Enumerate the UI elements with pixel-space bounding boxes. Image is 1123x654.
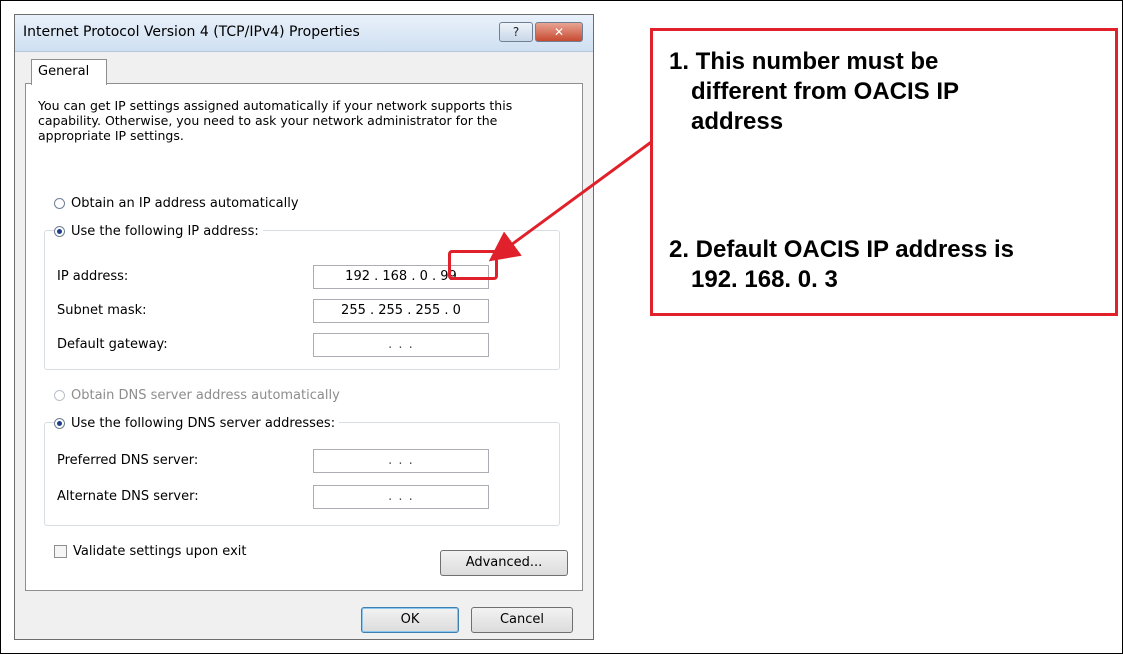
advanced-button[interactable]: Advanced... [440,550,568,576]
subnet-mask-field[interactable]: 255 . 255 . 255 . 0 [313,299,489,323]
obtain-dns-auto-option[interactable]: Obtain DNS server address automatically [54,388,340,403]
note-1: 1. This number must be different from OA… [669,47,1109,137]
use-following-dns-label: Use the following DNS server addresses: [71,416,336,431]
general-panel: You can get IP settings assigned automat… [25,83,583,591]
default-gateway-label: Default gateway: [57,337,168,352]
help-button[interactable]: ? [499,22,533,42]
note-2-line-1: 2. Default OACIS IP address is [669,236,1015,263]
note-1-line-2: different from OACIS IP [691,78,960,105]
use-following-ip-label: Use the following IP address: [71,224,259,239]
obtain-ip-auto-option[interactable]: Obtain an IP address automatically [54,196,299,211]
close-button[interactable]: ✕ [535,22,583,42]
ok-button[interactable]: OK [361,607,459,633]
validate-settings-label: Validate settings upon exit [73,544,247,559]
obtain-dns-auto-label: Obtain DNS server address automatically [71,388,340,403]
dialog-title: Internet Protocol Version 4 (TCP/IPv4) P… [23,24,360,40]
obtain-dns-auto-radio[interactable] [54,390,65,401]
tab-general[interactable]: General [31,59,107,85]
tcpip-properties-dialog: Internet Protocol Version 4 (TCP/IPv4) P… [14,14,594,640]
intro-text: You can get IP settings assigned automat… [38,98,513,143]
alternate-dns-field[interactable]: . . . [313,485,489,509]
annotation-callout: 1. This number must be different from OA… [650,28,1118,316]
note-2: 2. Default OACIS IP address is 192. 168.… [669,235,1109,295]
obtain-ip-auto-label: Obtain an IP address automatically [71,196,299,211]
note-1-line-1: 1. This number must be [669,48,939,75]
use-following-dns-option[interactable]: Use the following DNS server addresses: [54,416,340,431]
validate-settings-option[interactable]: Validate settings upon exit [54,544,246,559]
note-2-line-2: 192. 168. 0. 3 [691,266,838,293]
title-bar: Internet Protocol Version 4 (TCP/IPv4) P… [15,15,593,52]
alternate-dns-label: Alternate DNS server: [57,489,199,504]
ip-address-label: IP address: [57,269,129,284]
subnet-mask-label: Subnet mask: [57,303,147,318]
use-following-ip-option[interactable]: Use the following IP address: [54,224,263,239]
note-1-line-3: address [691,108,784,135]
default-gateway-field[interactable]: . . . [313,333,489,357]
cancel-button[interactable]: Cancel [471,607,573,633]
use-following-ip-radio[interactable] [54,226,65,237]
use-following-dns-radio[interactable] [54,418,65,429]
validate-settings-checkbox[interactable] [54,545,67,558]
dns-group: Preferred DNS server: . . . Alternate DN… [44,422,560,526]
obtain-ip-auto-radio[interactable] [54,198,65,209]
preferred-dns-field[interactable]: . . . [313,449,489,473]
ip-octet-highlight [448,250,498,280]
preferred-dns-label: Preferred DNS server: [57,453,199,468]
